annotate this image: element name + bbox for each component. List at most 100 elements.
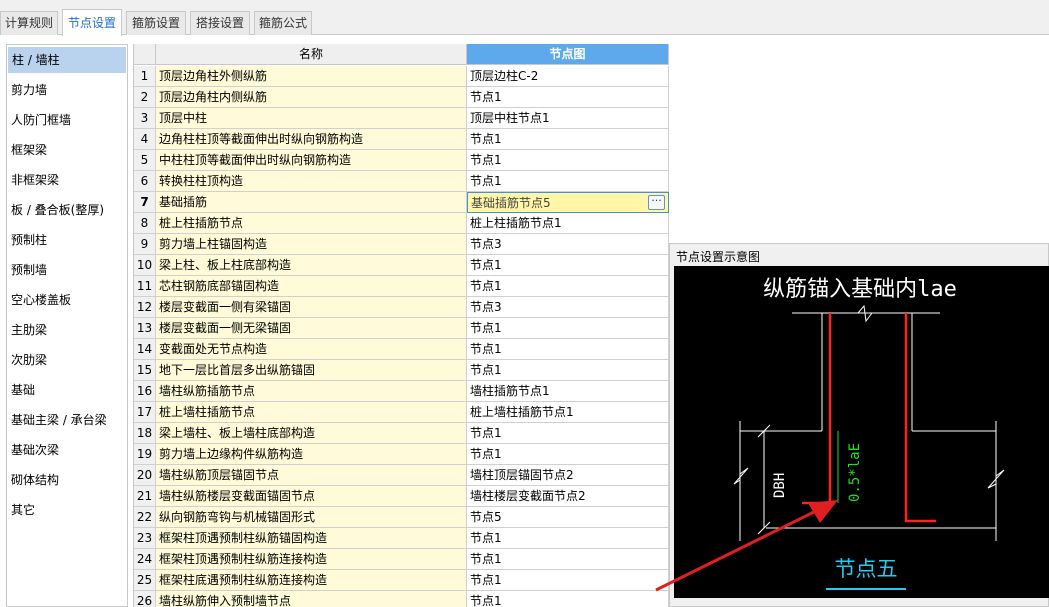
row-number[interactable]: 7	[134, 192, 156, 213]
sidebar-item-foundation[interactable]: 基础	[7, 377, 127, 403]
sidebar-item-slab[interactable]: 板 / 叠合板(整厚)	[7, 197, 127, 223]
row-node-cell[interactable]: 节点1	[467, 549, 669, 570]
row-number[interactable]: 2	[134, 87, 156, 108]
sidebar-item-frame-beam[interactable]: 框架梁	[7, 137, 127, 163]
table-row[interactable]: 2 顶层边角柱内侧纵筋 节点1	[134, 87, 669, 108]
sidebar-item-secondary-rib-beam[interactable]: 次肋梁	[7, 347, 127, 373]
sidebar-item-column-wall-column[interactable]: 柱 / 墙柱	[8, 47, 126, 73]
table-row[interactable]: 10 梁上柱、板上柱底部构造 节点1	[134, 255, 669, 276]
table-row[interactable]: 13 楼层变截面一侧无梁锚固 节点1	[134, 318, 669, 339]
row-node-cell[interactable]: 顶层边柱C-2	[467, 66, 669, 87]
row-node-cell[interactable]: 桩上柱插筋节点1	[467, 213, 669, 234]
row-number[interactable]: 12	[134, 297, 156, 318]
row-number[interactable]: 5	[134, 150, 156, 171]
sidebar-item-non-frame-beam[interactable]: 非框架梁	[7, 167, 127, 193]
table-row[interactable]: 25 框架柱底遇预制柱纵筋连接构造 节点1	[134, 570, 669, 591]
row-node-cell[interactable]: 节点1	[467, 87, 669, 108]
table-row[interactable]: 4 边角柱柱顶等截面伸出时纵向钢筋构造 节点1	[134, 129, 669, 150]
row-number[interactable]: 14	[134, 339, 156, 360]
table-row[interactable]: 8 桩上柱插筋节点 桩上柱插筋节点1	[134, 213, 669, 234]
table-row[interactable]: 7 基础插筋 基础插筋节点5 ···	[134, 192, 669, 213]
row-node-cell[interactable]: 节点1	[467, 171, 669, 192]
row-number[interactable]: 15	[134, 360, 156, 381]
sidebar-item-hollow-floor-slab[interactable]: 空心楼盖板	[7, 287, 127, 313]
sidebar-item-main-rib-beam[interactable]: 主肋梁	[7, 317, 127, 343]
row-number[interactable]: 23	[134, 528, 156, 549]
table-row[interactable]: 26 墙柱纵筋伸入预制墙节点 节点1	[134, 591, 669, 607]
row-number[interactable]: 13	[134, 318, 156, 339]
row-node-cell[interactable]: 节点1	[467, 360, 669, 381]
table-row[interactable]: 24 框架柱顶遇预制柱纵筋连接构造 节点1	[134, 549, 669, 570]
table-row[interactable]: 11 芯柱钢筋底部锚固构造 节点1	[134, 276, 669, 297]
row-node-cell[interactable]: 节点1	[467, 423, 669, 444]
table-row[interactable]: 14 变截面处无节点构造 节点1	[134, 339, 669, 360]
tab-node-settings[interactable]: 节点设置	[62, 9, 122, 36]
sidebar-item-foundation-main-beam[interactable]: 基础主梁 / 承台梁	[7, 407, 127, 433]
row-node-cell[interactable]: 节点5	[467, 507, 669, 528]
row-node-cell[interactable]: 节点1	[467, 339, 669, 360]
table-row[interactable]: 16 墙柱纵筋插筋节点 墙柱插筋节点1	[134, 381, 669, 402]
sidebar-item-precast-column[interactable]: 预制柱	[7, 227, 127, 253]
row-number[interactable]: 1	[134, 66, 156, 87]
table-row[interactable]: 5 中柱柱顶等截面伸出时纵向钢筋构造 节点1	[134, 150, 669, 171]
row-node-cell[interactable]: 节点1	[467, 150, 669, 171]
column-header-name[interactable]: 名称	[156, 44, 467, 65]
table-row[interactable]: 18 梁上墙柱、板上墙柱底部构造 节点1	[134, 423, 669, 444]
row-number[interactable]: 20	[134, 465, 156, 486]
row-number[interactable]: 4	[134, 129, 156, 150]
row-number[interactable]: 24	[134, 549, 156, 570]
table-row[interactable]: 21 墙柱纵筋楼层变截面锚固节点 墙柱楼层变截面节点2	[134, 486, 669, 507]
row-node-cell[interactable]: 墙柱顶层锚固节点2	[467, 465, 669, 486]
row-number[interactable]: 26	[134, 591, 156, 607]
sidebar-item-foundation-secondary-beam[interactable]: 基础次梁	[7, 437, 127, 463]
row-node-cell[interactable]: 顶层中柱节点1	[467, 108, 669, 129]
tab-stirrup-settings[interactable]: 箍筋设置	[126, 11, 186, 35]
table-row[interactable]: 23 框架柱顶遇预制柱纵筋锚固构造 节点1	[134, 528, 669, 549]
table-row[interactable]: 20 墙柱纵筋顶层锚固节点 墙柱顶层锚固节点2	[134, 465, 669, 486]
table-row[interactable]: 22 纵向钢筋弯钩与机械锚固形式 节点5	[134, 507, 669, 528]
row-node-cell[interactable]: 节点1	[467, 591, 669, 607]
row-node-cell[interactable]: 墙柱楼层变截面节点2	[467, 486, 669, 507]
tab-stirrup-formula[interactable]: 箍筋公式	[254, 11, 312, 35]
column-header-node-diagram[interactable]: 节点图	[467, 44, 669, 65]
sidebar-item-precast-wall[interactable]: 预制墙	[7, 257, 127, 283]
sidebar-item-civil-defense-door-frame-wall[interactable]: 人防门框墙	[7, 107, 127, 133]
sidebar-item-masonry[interactable]: 砌体结构	[7, 467, 127, 493]
row-node-cell[interactable]: 节点3	[467, 297, 669, 318]
row-node-cell[interactable]: 节点1	[467, 444, 669, 465]
row-node-cell[interactable]: 节点1	[467, 318, 669, 339]
row-number[interactable]: 22	[134, 507, 156, 528]
row-node-cell[interactable]: 基础插筋节点5 ···	[467, 192, 669, 213]
row-node-cell[interactable]: 桩上墙柱插筋节点1	[467, 402, 669, 423]
table-row[interactable]: 17 桩上墙柱插筋节点 桩上墙柱插筋节点1	[134, 402, 669, 423]
row-number[interactable]: 9	[134, 234, 156, 255]
row-node-cell[interactable]: 节点1	[467, 570, 669, 591]
tab-lap-settings[interactable]: 搭接设置	[190, 11, 250, 35]
sidebar-item-other[interactable]: 其它	[7, 497, 127, 523]
row-node-cell[interactable]: 节点1	[467, 255, 669, 276]
table-row[interactable]: 6 转换柱柱顶构造 节点1	[134, 171, 669, 192]
row-node-cell[interactable]: 节点1	[467, 276, 669, 297]
row-number[interactable]: 19	[134, 444, 156, 465]
row-node-cell[interactable]: 节点3	[467, 234, 669, 255]
row-number[interactable]: 21	[134, 486, 156, 507]
row-node-cell[interactable]: 墙柱插筋节点1	[467, 381, 669, 402]
table-row[interactable]: 12 楼层变截面一侧有梁锚固 节点3	[134, 297, 669, 318]
row-number[interactable]: 11	[134, 276, 156, 297]
row-number[interactable]: 8	[134, 213, 156, 234]
table-row[interactable]: 9 剪力墙上柱锚固构造 节点3	[134, 234, 669, 255]
row-number[interactable]: 10	[134, 255, 156, 276]
table-row[interactable]: 15 地下一层比首层多出纵筋锚固 节点1	[134, 360, 669, 381]
tab-calc-rules[interactable]: 计算规则	[0, 11, 58, 35]
table-row[interactable]: 1 顶层边角柱外侧纵筋 顶层边柱C-2	[134, 66, 669, 87]
row-number[interactable]: 16	[134, 381, 156, 402]
table-row[interactable]: 19 剪力墙上边缘构件纵筋构造 节点1	[134, 444, 669, 465]
row-number[interactable]: 3	[134, 108, 156, 129]
table-row[interactable]: 3 顶层中柱 顶层中柱节点1	[134, 108, 669, 129]
row-number[interactable]: 17	[134, 402, 156, 423]
row-number[interactable]: 25	[134, 570, 156, 591]
row-node-cell[interactable]: 节点1	[467, 129, 669, 150]
row-node-cell[interactable]: 节点1	[467, 528, 669, 549]
browse-node-button[interactable]: ···	[648, 195, 665, 210]
sidebar-item-shear-wall[interactable]: 剪力墙	[7, 77, 127, 103]
